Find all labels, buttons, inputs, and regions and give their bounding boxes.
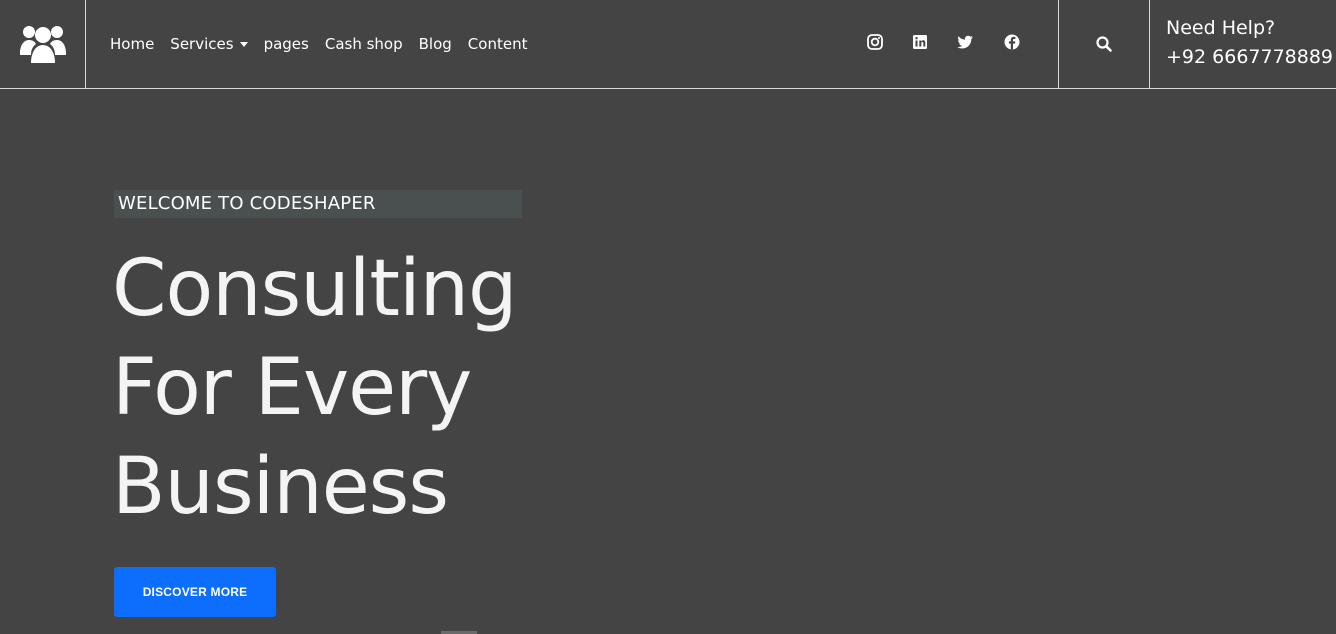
- nav-cash-shop-label: Cash shop: [324, 35, 403, 53]
- discover-more-button[interactable]: DISCOVER MORE: [114, 567, 276, 617]
- nav-content[interactable]: Content: [468, 35, 528, 53]
- instagram-icon[interactable]: [866, 33, 884, 51]
- caret-down-icon: [239, 41, 248, 47]
- hero-title-line: Business: [112, 442, 449, 532]
- hero-tagline: WELCOME TO CODESHAPER: [114, 190, 522, 218]
- nav-blog-label: Blog: [418, 35, 452, 53]
- twitter-icon[interactable]: [956, 33, 974, 51]
- users-group-icon: [19, 26, 66, 63]
- search-icon: [1096, 36, 1112, 52]
- nav-pages-label: pages: [263, 35, 309, 53]
- logo[interactable]: [0, 0, 86, 88]
- hero-title-line: Consulting: [112, 244, 518, 334]
- facebook-icon[interactable]: [1003, 33, 1021, 51]
- nav-pages[interactable]: pages: [264, 35, 309, 53]
- nav-cash-shop[interactable]: Cash shop: [325, 35, 403, 53]
- nav-services-label: Services: [170, 35, 234, 53]
- nav-blog[interactable]: Blog: [419, 35, 452, 53]
- nav-content-label: Content: [467, 35, 528, 53]
- help-phone[interactable]: +92 6667778889: [1166, 43, 1333, 72]
- linkedin-icon[interactable]: [911, 33, 929, 51]
- nav-services[interactable]: Services: [170, 35, 248, 53]
- help-contact: Need Help? +92 6667778889: [1166, 14, 1333, 72]
- nav-home[interactable]: Home: [110, 35, 154, 53]
- search-button[interactable]: [1058, 0, 1150, 88]
- help-title: Need Help?: [1166, 17, 1276, 39]
- hero-title: Consulting For Every Business: [112, 240, 518, 537]
- site-header: Home Services pages Cash shop Blog Conte…: [0, 0, 1336, 89]
- hero-title-line: For Every: [112, 343, 472, 433]
- main-nav: Home Services pages Cash shop Blog Conte…: [110, 0, 527, 88]
- nav-home-label: Home: [110, 35, 155, 53]
